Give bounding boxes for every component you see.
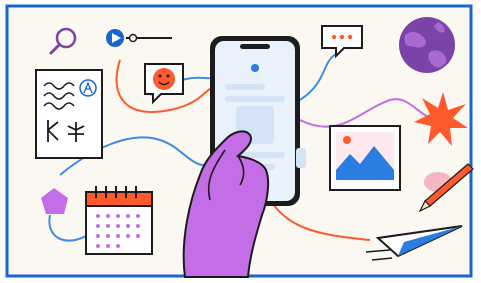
- photo-landscape-icon: [329, 125, 401, 191]
- illustration-frame: [0, 0, 481, 283]
- globe-icon: [399, 17, 455, 73]
- calendar-icon: [85, 186, 153, 255]
- handwritten-note-icon: [35, 69, 103, 159]
- illustration: [0, 0, 481, 283]
